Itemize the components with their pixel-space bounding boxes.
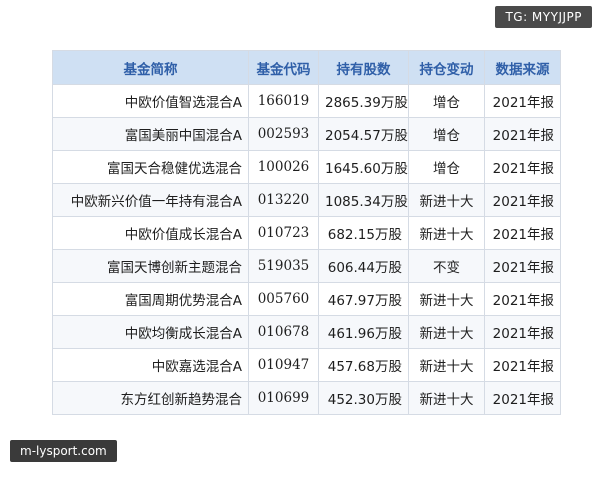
cell-source: 2021年报 <box>484 348 561 382</box>
cell-change: 新进十大 <box>408 348 485 382</box>
cell-fund-code: 013220 <box>248 183 319 217</box>
cell-source: 2021年报 <box>484 282 561 316</box>
header-fund-code: 基金代码 <box>248 50 319 85</box>
cell-shares: 682.15万股 <box>318 216 409 250</box>
cell-source: 2021年报 <box>484 381 561 415</box>
header-shares-held: 持有股数 <box>318 50 409 85</box>
cell-change: 新进十大 <box>408 183 485 217</box>
fund-holdings-table: 基金简称 基金代码 持有股数 持仓变动 数据来源 中欧价值智选混合A 16601… <box>52 50 561 415</box>
cell-change: 新进十大 <box>408 315 485 349</box>
cell-change: 增仓 <box>408 84 485 118</box>
cell-source: 2021年报 <box>484 249 561 283</box>
cell-shares: 457.68万股 <box>318 348 409 382</box>
cell-shares: 461.96万股 <box>318 315 409 349</box>
cell-fund-code: 166019 <box>248 84 319 118</box>
header-fund-name: 基金简称 <box>52 50 249 85</box>
cell-fund-code: 519035 <box>248 249 319 283</box>
cell-fund-code: 005760 <box>248 282 319 316</box>
cell-fund-code: 010699 <box>248 381 319 415</box>
table-row: 中欧新兴价值一年持有混合A 013220 1085.34万股 新进十大 2021… <box>52 183 561 217</box>
cell-change: 不变 <box>408 249 485 283</box>
cell-fund-name: 富国天合稳健优选混合 <box>52 150 249 184</box>
table-row: 富国周期优势混合A 005760 467.97万股 新进十大 2021年报 <box>52 282 561 316</box>
cell-source: 2021年报 <box>484 117 561 151</box>
cell-shares: 2054.57万股 <box>318 117 409 151</box>
cell-shares: 2865.39万股 <box>318 84 409 118</box>
cell-change: 增仓 <box>408 117 485 151</box>
site-watermark: m-lysport.com <box>10 440 117 462</box>
fund-holdings-table-container: 基金简称 基金代码 持有股数 持仓变动 数据来源 中欧价值智选混合A 16601… <box>52 50 561 415</box>
cell-fund-name: 中欧均衡成长混合A <box>52 315 249 349</box>
cell-fund-code: 010678 <box>248 315 319 349</box>
cell-source: 2021年报 <box>484 183 561 217</box>
cell-fund-code: 010947 <box>248 348 319 382</box>
cell-shares: 606.44万股 <box>318 249 409 283</box>
table-row: 中欧均衡成长混合A 010678 461.96万股 新进十大 2021年报 <box>52 315 561 349</box>
cell-source: 2021年报 <box>484 216 561 250</box>
cell-fund-name: 富国美丽中国混合A <box>52 117 249 151</box>
table-row: 富国天博创新主题混合 519035 606.44万股 不变 2021年报 <box>52 249 561 283</box>
cell-shares: 1645.60万股 <box>318 150 409 184</box>
tg-watermark: TG: MYYJJPP <box>495 6 592 28</box>
table-row: 东方红创新趋势混合 010699 452.30万股 新进十大 2021年报 <box>52 381 561 415</box>
cell-change: 增仓 <box>408 150 485 184</box>
cell-change: 新进十大 <box>408 381 485 415</box>
table-row: 中欧价值智选混合A 166019 2865.39万股 增仓 2021年报 <box>52 84 561 118</box>
header-data-source: 数据来源 <box>484 50 561 85</box>
table-row: 富国美丽中国混合A 002593 2054.57万股 增仓 2021年报 <box>52 117 561 151</box>
cell-fund-name: 中欧价值成长混合A <box>52 216 249 250</box>
cell-fund-name: 中欧新兴价值一年持有混合A <box>52 183 249 217</box>
cell-source: 2021年报 <box>484 84 561 118</box>
cell-shares: 452.30万股 <box>318 381 409 415</box>
table-header: 基金简称 基金代码 持有股数 持仓变动 数据来源 <box>52 50 561 85</box>
cell-change: 新进十大 <box>408 216 485 250</box>
cell-fund-name: 东方红创新趋势混合 <box>52 381 249 415</box>
cell-change: 新进十大 <box>408 282 485 316</box>
cell-source: 2021年报 <box>484 150 561 184</box>
cell-source: 2021年报 <box>484 315 561 349</box>
cell-fund-name: 富国天博创新主题混合 <box>52 249 249 283</box>
cell-fund-code: 100026 <box>248 150 319 184</box>
cell-shares: 1085.34万股 <box>318 183 409 217</box>
cell-fund-name: 中欧嘉选混合A <box>52 348 249 382</box>
table-body: 中欧价值智选混合A 166019 2865.39万股 增仓 2021年报 富国美… <box>52 84 561 415</box>
cell-fund-code: 010723 <box>248 216 319 250</box>
header-row: 基金简称 基金代码 持有股数 持仓变动 数据来源 <box>52 50 561 85</box>
cell-shares: 467.97万股 <box>318 282 409 316</box>
cell-fund-name: 富国周期优势混合A <box>52 282 249 316</box>
table-row: 富国天合稳健优选混合 100026 1645.60万股 增仓 2021年报 <box>52 150 561 184</box>
table-row: 中欧嘉选混合A 010947 457.68万股 新进十大 2021年报 <box>52 348 561 382</box>
table-row: 中欧价值成长混合A 010723 682.15万股 新进十大 2021年报 <box>52 216 561 250</box>
cell-fund-code: 002593 <box>248 117 319 151</box>
cell-fund-name: 中欧价值智选混合A <box>52 84 249 118</box>
header-position-change: 持仓变动 <box>408 50 485 85</box>
